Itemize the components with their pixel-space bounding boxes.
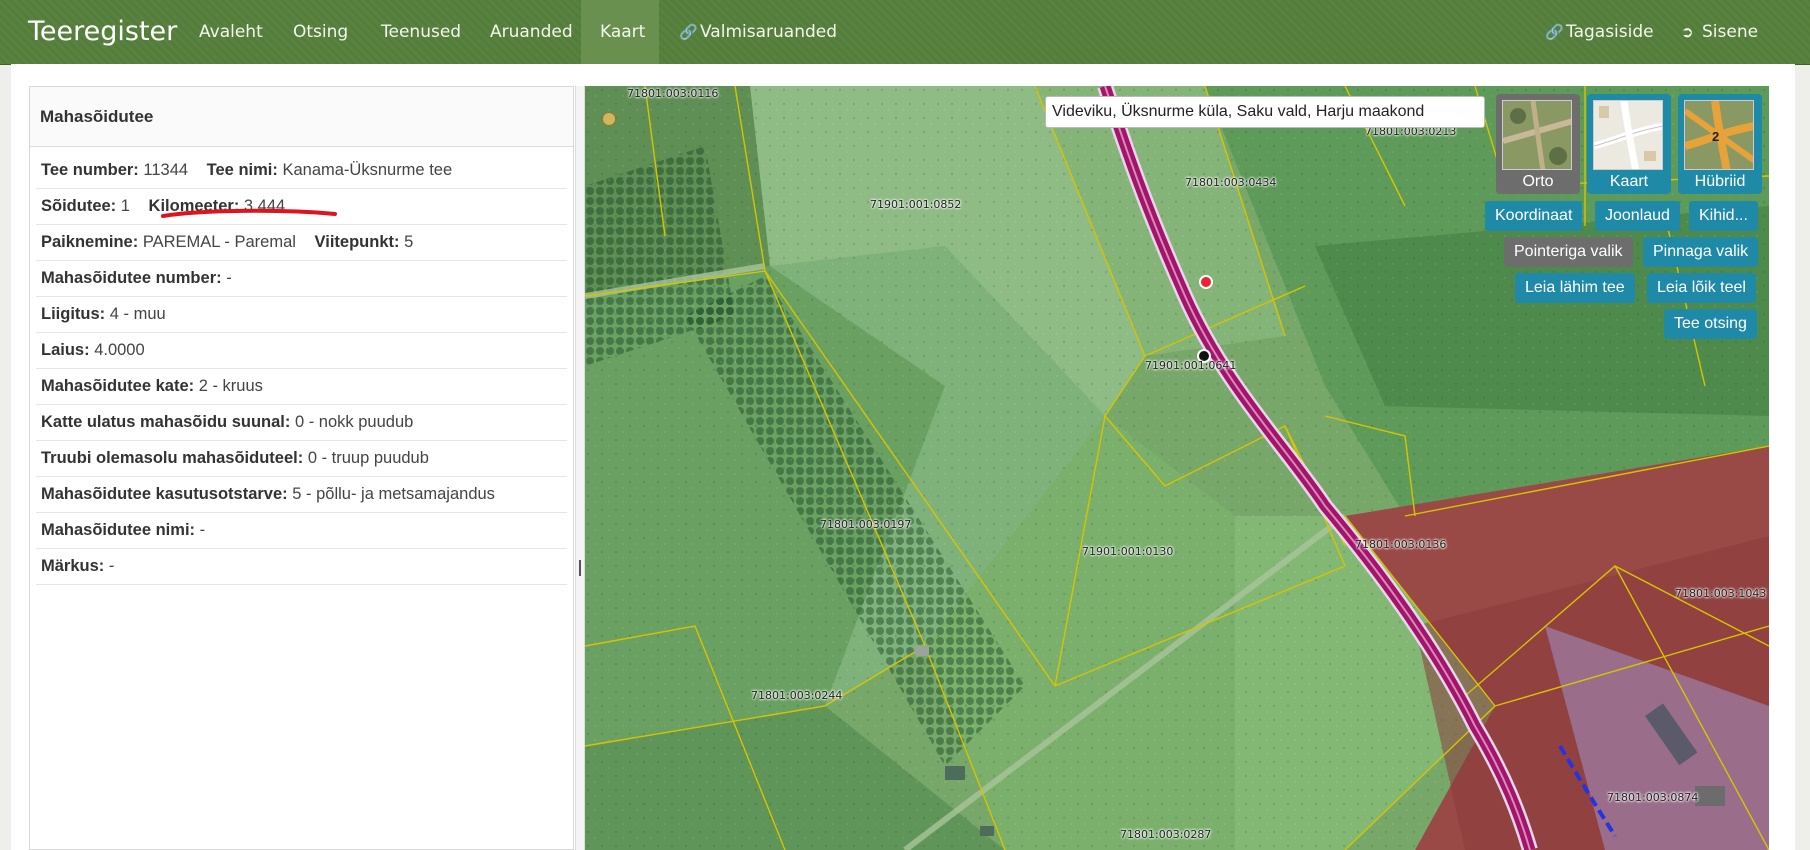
link-icon: 🔗 [1545, 23, 1564, 41]
tee-otsing-button[interactable]: Tee otsing [1664, 309, 1757, 339]
selected-point-marker[interactable] [1199, 275, 1213, 289]
pinnaga-valik-button[interactable]: Pinnaga valik [1643, 237, 1759, 267]
markus-value: - [108, 557, 115, 575]
parcel-label: 71901:001:0852 [870, 198, 962, 211]
link-icon: 🔗 [679, 23, 698, 41]
tee-number-label: Tee number: [41, 161, 139, 179]
row-mahasoidutee-number: Mahasõidutee number: - [36, 261, 567, 297]
katte-ulatus-label: Katte ulatus mahasõidu suunal: [41, 413, 291, 431]
leia-loik-teel-button[interactable]: Leia lõik teel [1647, 273, 1756, 303]
nav-sisene-label: Sisene [1702, 22, 1759, 42]
nav-valmisaruanded-label: Valmisaruanded [700, 22, 838, 42]
parcel-label: 71801:003:0197 [820, 518, 912, 531]
row-kasutusotstarve: Mahasõidutee kasutusotstarve: 5 - põllu-… [36, 477, 567, 513]
nav-tagasiside[interactable]: 🔗 Tagasiside [1526, 0, 1673, 64]
layer-orto-label: Orto [1522, 173, 1554, 190]
top-navbar: Teeregister Avaleht Otsing Teenused Arua… [0, 0, 1810, 65]
pointeriga-valik-button[interactable]: Pointeriga valik [1504, 237, 1633, 267]
row-paiknemine: Paiknemine: PAREMAL - Paremal Viitepunkt… [36, 225, 567, 261]
layer-kaart-label: Kaart [1609, 173, 1649, 190]
hubriid-badge: 2 [1712, 129, 1720, 144]
nav-aruanded[interactable]: Aruanded [471, 0, 592, 64]
nav-kaart[interactable]: Kaart [581, 0, 659, 64]
nav-teenused[interactable]: Teenused [362, 0, 480, 64]
row-laius: Laius: 4.0000 [36, 333, 567, 369]
hubriid-thumbnail-icon: 2 [1684, 100, 1754, 170]
mahasoidutee-number-label: Mahasõidutee number: [41, 269, 222, 287]
mahasoidutee-nimi-label: Mahasõidutee nimi: [41, 521, 196, 539]
katte-ulatus-value: 0 - nokk puudub [294, 413, 414, 431]
panel-splitter[interactable] [575, 86, 585, 850]
tee-nimi-value: Kanama-Üksnurme tee [282, 161, 453, 179]
brand-logo[interactable]: Teeregister [28, 0, 177, 64]
leia-lahim-tee-button[interactable]: Leia lähim tee [1515, 273, 1635, 303]
parcel-label: 71801:003:1043 [1675, 587, 1767, 600]
attribute-panel: Mahasõidutee Tee number: 11344 Tee nimi:… [29, 86, 574, 850]
parcel-label: 71801:003:0434 [1185, 176, 1277, 189]
nav-otsing[interactable]: Otsing [274, 0, 367, 64]
sign-in-icon: ➲ [1681, 23, 1694, 41]
red-underline-annotation [161, 208, 337, 218]
truubi-label: Truubi olemasolu mahasõiduteel: [41, 449, 304, 467]
row-mahasoidutee-nimi: Mahasõidutee nimi: - [36, 513, 567, 549]
mahasoidutee-nimi-value: - [199, 521, 206, 539]
row-liigitus: Liigitus: 4 - muu [36, 297, 567, 333]
viitepunkt-label: Viitepunkt: [314, 233, 400, 251]
layer-kaart-button[interactable]: Kaart [1587, 94, 1671, 194]
panel-title: Mahasõidutee [30, 87, 573, 147]
nav-avaleht[interactable]: Avaleht [180, 0, 282, 64]
kasutusotstarve-value: 5 - põllu- ja metsamajandus [292, 485, 495, 503]
nav-sisene[interactable]: ➲ Sisene [1662, 0, 1777, 64]
viitepunkt-value: 5 [404, 233, 414, 251]
map-canvas [585, 86, 1769, 850]
map-view[interactable]: 71801:003:0116 71801:003:0213 71801:003:… [585, 86, 1769, 850]
layer-orto-button[interactable]: Orto [1496, 94, 1580, 194]
row-katte-ulatus: Katte ulatus mahasõidu suunal: 0 - nokk … [36, 405, 567, 441]
nav-valmisaruanded[interactable]: 🔗 Valmisaruanded [660, 0, 856, 64]
tee-number-value: 11344 [143, 161, 189, 179]
row-markus: Märkus: - [36, 549, 567, 585]
location-marker[interactable] [602, 112, 616, 126]
tee-nimi-label: Tee nimi: [206, 161, 278, 179]
laius-value: 4.0000 [94, 341, 145, 359]
liigitus-label: Liigitus: [41, 305, 106, 323]
joonlaud-button[interactable]: Joonlaud [1595, 201, 1680, 231]
parcel-label: 71901:001:0641 [1145, 359, 1237, 372]
kaart-thumbnail-icon [1593, 100, 1663, 170]
liigitus-value: 4 - muu [109, 305, 166, 323]
parcel-label: 71901:001:0130 [1082, 545, 1174, 558]
laius-label: Laius: [41, 341, 90, 359]
orto-thumbnail-icon [1502, 100, 1572, 170]
nav-tagasiside-label: Tagasiside [1566, 22, 1654, 42]
paiknemine-label: Paiknemine: [41, 233, 139, 251]
kasutusotstarve-label: Mahasõidutee kasutusotstarve: [41, 485, 288, 503]
koordinaat-button[interactable]: Koordinaat [1485, 201, 1583, 231]
layer-hubriid-button[interactable]: 2 Hübriid [1678, 94, 1762, 194]
mahasoidutee-number-value: - [226, 269, 232, 287]
soidutee-value: 1 [120, 197, 130, 215]
parcel-label: 71801:003:0244 [751, 689, 843, 702]
soidutee-label: Sõidutee: [41, 197, 117, 215]
parcel-label: 71801:003:0116 [627, 87, 719, 100]
parcel-label: 71801:003:0136 [1355, 538, 1447, 551]
markus-label: Märkus: [41, 557, 105, 575]
row-kate: Mahasõidutee kate: 2 - kruus [36, 369, 567, 405]
parcel-label: 71801:003:0287 [1120, 828, 1212, 841]
kate-value: 2 - kruus [198, 377, 263, 395]
paiknemine-value: PAREMAL - Paremal [142, 233, 296, 251]
row-truubi: Truubi olemasolu mahasõiduteel: 0 - truu… [36, 441, 567, 477]
parcel-label: 71801:003:0874 [1607, 791, 1699, 804]
layer-hubriid-label: Hübriid [1694, 173, 1746, 190]
address-search-input[interactable]: Videviku, Üksnurme küla, Saku vald, Harj… [1045, 96, 1485, 128]
truubi-value: 0 - truup puudub [307, 449, 429, 467]
kihid-button[interactable]: Kihid... [1689, 201, 1758, 231]
row-tee-number: Tee number: 11344 Tee nimi: Kanama-Üksnu… [36, 153, 567, 189]
splitter-grip-icon [579, 560, 581, 576]
kate-label: Mahasõidutee kate: [41, 377, 195, 395]
